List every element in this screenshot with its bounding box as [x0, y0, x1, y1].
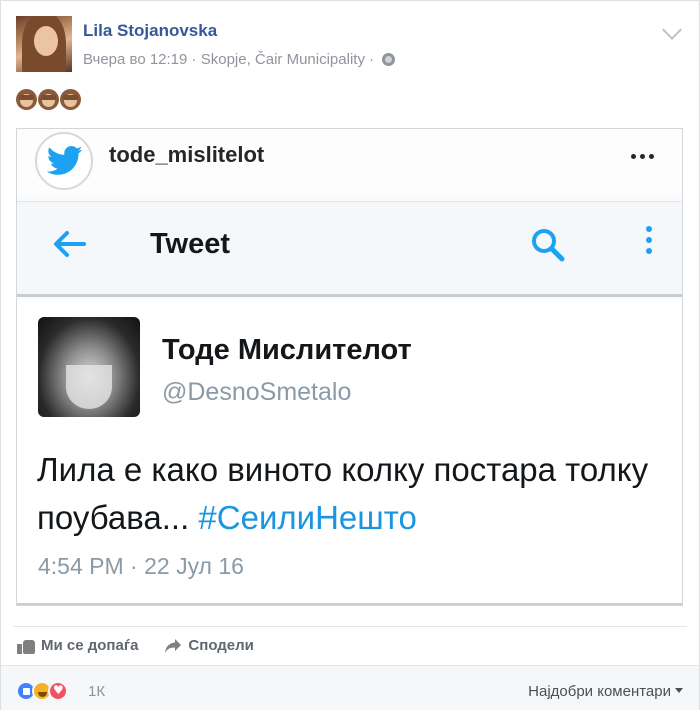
twitter-bird-icon	[47, 146, 83, 175]
post-timestamp[interactable]: Вчера во 12:19	[83, 51, 187, 68]
caret-down-icon	[675, 688, 683, 693]
monkey-icon	[38, 89, 59, 110]
reaction-count[interactable]: 1К	[88, 683, 105, 700]
post-location[interactable]: Skopje, Čair Municipality	[201, 51, 365, 68]
search-icon	[532, 229, 565, 262]
post-actions: Ми се допаѓа Сподели	[13, 626, 687, 664]
author-avatar[interactable]	[16, 16, 72, 72]
monkey-icon	[60, 89, 81, 110]
more-icon	[631, 154, 654, 159]
post-header: Lila Stojanovska Вчера во 12:19 · Skopje…	[13, 13, 687, 73]
twitter-toolbar: Tweet	[17, 201, 682, 297]
post-card: Lila Stojanovska Вчера во 12:19 · Skopje…	[0, 0, 700, 710]
sort-label: Најдобри коментари	[528, 683, 671, 700]
tweet-text: Лила е како виното колку постара толку п…	[37, 446, 667, 542]
back-arrow-icon	[54, 231, 86, 257]
tweet-timestamp: 4:54 PM · 22 Јул 16	[38, 553, 244, 579]
globe-icon[interactable]	[382, 53, 396, 66]
instagram-username: tode_mislitelot	[109, 142, 265, 167]
tweet-avatar	[38, 317, 140, 417]
share-icon	[165, 638, 182, 653]
kebab-icon	[646, 226, 652, 254]
reaction-icons[interactable]	[16, 681, 68, 701]
comment-sort-dropdown[interactable]: Најдобри коментари	[528, 683, 683, 700]
tweet-hashtag: #СеилиНешто	[198, 499, 417, 536]
monkey-icon	[16, 89, 37, 110]
author-name[interactable]: Lila Stojanovska	[83, 21, 217, 41]
reactions-bar: 1К Најдобри коментари	[1, 665, 699, 710]
like-label: Ми се допаѓа	[41, 637, 139, 654]
like-button[interactable]: Ми се допаѓа	[17, 637, 138, 654]
share-label: Сподели	[188, 637, 254, 654]
divider	[17, 603, 682, 605]
tweet-author-name: Тоде Мислителот	[162, 334, 412, 366]
love-reaction-icon	[48, 681, 68, 701]
chevron-down-icon[interactable]	[662, 20, 682, 40]
meta-separator: ·	[187, 51, 201, 68]
toolbar-title: Tweet	[150, 228, 231, 260]
share-button[interactable]: Сподели	[164, 637, 254, 654]
like-icon	[17, 638, 35, 654]
meta-separator: ·	[364, 51, 379, 68]
tweet-handle: @DesnoSmetalo	[162, 378, 352, 406]
embedded-screenshot[interactable]: tode_mislitelot Tweet Тоде Мислителот @D…	[16, 128, 683, 606]
instagram-header: tode_mislitelot	[17, 129, 682, 195]
post-text-emoji	[16, 89, 81, 111]
tweet: Тоде Мислителот @DesnoSmetalo Лила е как…	[17, 300, 682, 605]
twitter-avatar-badge	[35, 132, 93, 190]
post-meta: Вчера во 12:19 · Skopje, Čair Municipali…	[83, 51, 396, 68]
